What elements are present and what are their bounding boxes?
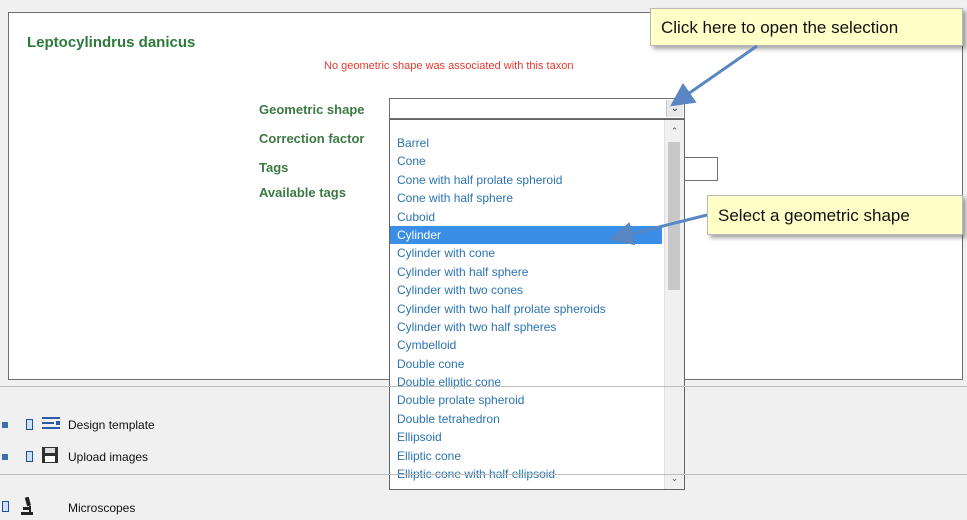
section-divider xyxy=(0,474,967,475)
section-divider xyxy=(0,386,967,387)
dropdown-option[interactable]: Cylinder xyxy=(390,225,662,245)
open-selection-callout: Click here to open the selection xyxy=(650,8,963,46)
dropdown-option[interactable]: Double elliptic cone xyxy=(390,373,662,391)
tree-item-label: Upload images xyxy=(68,450,149,464)
tree-item-upload-images[interactable]: Upload images xyxy=(0,446,380,468)
tags-input[interactable] xyxy=(684,157,718,181)
dropdown-scrollbar[interactable]: ⌃ ⌄ xyxy=(664,120,684,489)
taxon-title: Leptocylindrus danicus xyxy=(27,34,196,51)
dropdown-option[interactable]: Elliptic cone xyxy=(390,447,662,465)
info-icon[interactable] xyxy=(2,501,9,512)
microscope-icon xyxy=(21,497,33,515)
no-shape-warning: No geometric shape was associated with t… xyxy=(324,60,574,72)
info-icon[interactable] xyxy=(26,419,33,430)
tags-label: Tags xyxy=(259,160,289,175)
select-shape-callout: Select a geometric shape xyxy=(707,195,963,235)
dropdown-option[interactable]: Barrel xyxy=(390,134,662,152)
dropdown-option[interactable]: Ellipsoid xyxy=(390,428,662,446)
dropdown-option[interactable]: Cylinder with cone xyxy=(390,244,662,262)
expand-icon[interactable] xyxy=(2,422,8,428)
tree-item-label: Design template xyxy=(68,418,155,432)
dropdown-option[interactable]: Double prolate spheroid xyxy=(390,391,662,409)
correction-factor-label: Correction factor xyxy=(259,131,365,146)
scrollbar-thumb[interactable] xyxy=(668,142,680,290)
tree-item-label: Microscopes xyxy=(68,501,136,515)
expand-icon[interactable] xyxy=(2,454,8,460)
dropdown-option[interactable]: Double tetrahedron xyxy=(390,410,662,428)
dropdown-option[interactable]: Cymbelloid xyxy=(390,336,662,354)
available-tags-label: Available tags xyxy=(259,185,346,200)
geometric-shape-select[interactable]: ⌄ xyxy=(389,98,685,119)
dropdown-option[interactable]: Double cone xyxy=(390,355,662,373)
dropdown-option[interactable]: Cylinder with half sphere xyxy=(390,263,662,281)
dropdown-option[interactable]: Cylinder with two half spheres xyxy=(390,318,662,336)
dropdown-option[interactable]: Cone with half prolate spheroid xyxy=(390,171,662,189)
geometric-shape-dropdown-list[interactable]: Barrel Cone Cone with half prolate spheroi… xyxy=(389,119,685,490)
info-icon[interactable] xyxy=(26,451,33,462)
dropdown-option[interactable]: Cone xyxy=(390,152,662,170)
scroll-up-icon[interactable]: ⌃ xyxy=(665,123,684,139)
tree-item-microscopes[interactable]: Microscopes xyxy=(0,497,380,519)
dropdown-option[interactable]: Cone with half sphere xyxy=(390,189,662,207)
chevron-down-icon[interactable]: ⌄ xyxy=(666,100,683,117)
dropdown-option[interactable]: Cuboid xyxy=(390,208,662,226)
list-template-icon xyxy=(42,417,60,429)
dropdown-option[interactable]: Cylinder with two cones xyxy=(390,281,662,299)
dropdown-option[interactable]: Cylinder with two half prolate spheroids xyxy=(390,300,662,318)
geometric-shape-label: Geometric shape xyxy=(259,102,365,117)
scroll-down-icon[interactable]: ⌄ xyxy=(665,470,684,486)
dropdown-options: Barrel Cone Cone with half prolate spheroi… xyxy=(390,134,662,483)
floppy-disk-icon xyxy=(42,447,58,463)
tree-item-design-template[interactable]: Design template xyxy=(0,414,380,436)
